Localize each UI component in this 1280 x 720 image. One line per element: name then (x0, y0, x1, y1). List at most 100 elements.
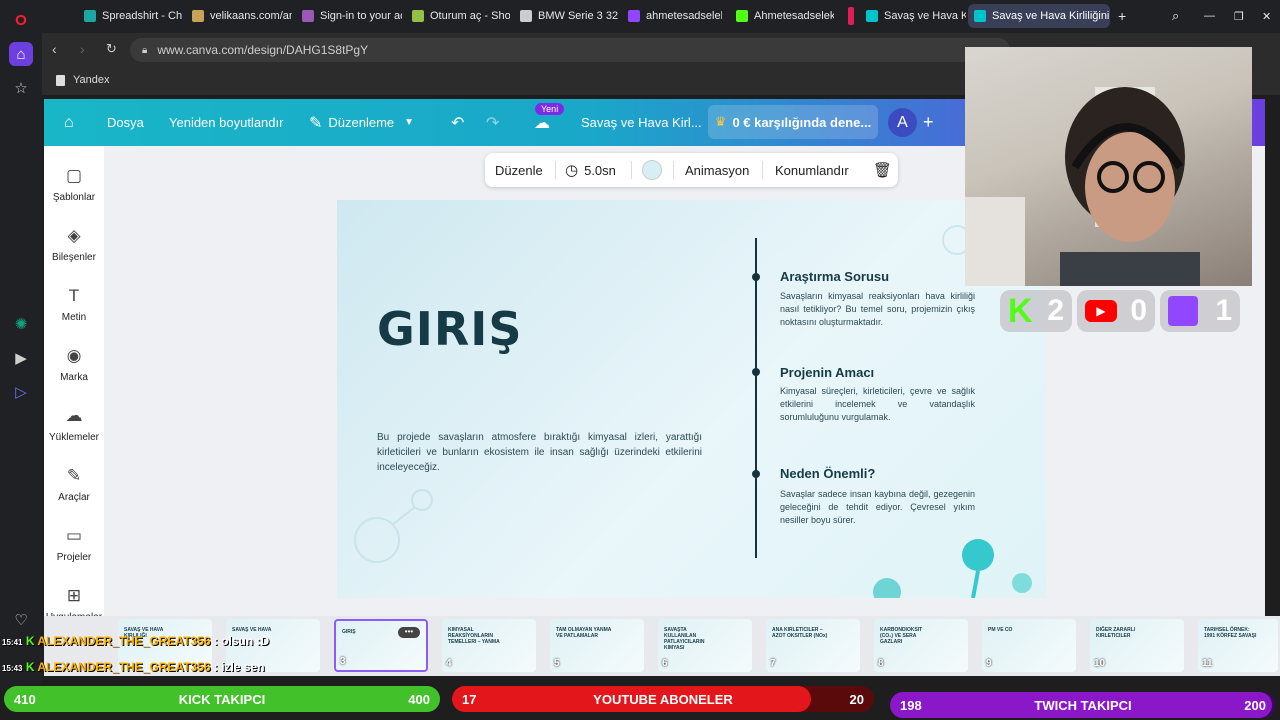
slide-title[interactable]: GIRIŞ (377, 302, 523, 356)
nav-templates[interactable]: ▢ Şablonlar (44, 166, 104, 203)
url-field[interactable]: 🔒︎ www.canva.com/design/DAHG1S8tPgY (130, 38, 1010, 62)
timeline-line (755, 238, 757, 558)
animation-button[interactable]: Animasyon (685, 153, 749, 187)
chatgpt-icon[interactable]: ✺ (9, 312, 33, 336)
browser-tab-active[interactable]: Savaş ve Hava Kirliliğinin (968, 4, 1110, 28)
twitch-goal-bar: 198 TWICH TAKIPCI 200 (890, 692, 1276, 718)
undo-icon[interactable]: ↶ (451, 99, 464, 146)
browser-tab[interactable]: Oturum aç - Shopi (406, 4, 510, 28)
new-badge: Yeni (535, 103, 565, 115)
home-icon[interactable]: ⌂ (64, 99, 74, 146)
reload-icon[interactable]: ↻ (106, 41, 117, 57)
back-icon[interactable]: ‹ (52, 41, 57, 57)
item-heading[interactable]: Projenin Amacı (780, 365, 874, 380)
timeline-dot (752, 470, 760, 478)
edit-button[interactable]: Düzenle (495, 153, 543, 187)
page-thumbnail[interactable]: KARBONDIOKSIT (CO₂) VE SERA GAZLARI 8 (874, 619, 968, 672)
aria-icon[interactable]: ▷ (9, 380, 33, 404)
nav-elements[interactable]: ◈ Bileşenler (44, 226, 104, 263)
page-thumbnail[interactable]: DIĞER ZARARLI KIRLETICILER 10 (1090, 619, 1184, 672)
page-thumbnail[interactable]: SAVAŞTA KULLANILAN PATLAYICILARIN KIMYAS… (658, 619, 752, 672)
forward-icon[interactable]: › (80, 41, 85, 57)
timeline-dot (752, 273, 760, 281)
background-color-swatch[interactable] (642, 160, 662, 180)
minimize-icon[interactable]: — (1198, 4, 1218, 28)
avatar[interactable]: A (888, 108, 917, 137)
divider (631, 161, 632, 179)
kick-count: 2 (1047, 294, 1064, 327)
trial-button[interactable]: ♛ 0 € karşılığında dene... (708, 105, 878, 139)
trash-icon[interactable]: 🗑︎ (873, 153, 892, 187)
close-icon[interactable]: ✕ (1256, 4, 1276, 28)
browser-tab[interactable]: Ahmetesadselek St (730, 4, 834, 28)
nav-brand[interactable]: ◉ Marka (44, 346, 104, 383)
redo-icon[interactable]: ↷ (486, 99, 499, 146)
tab-label: Savaş ve Hava Kirli (884, 10, 966, 22)
thumbnail-title: PM VE CO (988, 627, 1013, 633)
bookmark-item[interactable]: Yandex (56, 74, 110, 86)
item-heading[interactable]: Araştırma Sorusu (780, 269, 889, 284)
page-thumbnail[interactable]: TAM OLMAYAN YANMA VE PATLAMALAR 5 (550, 619, 644, 672)
page-number: 4 (446, 658, 452, 669)
page-number: 8 (878, 658, 884, 669)
player-icon[interactable]: ▶ (9, 346, 33, 370)
item-heading[interactable]: Neden Önemli? (780, 466, 875, 481)
left-nav: ▢ Şablonlar ◈ Bileşenler T Metin ◉ Marka ☁ Yü… (44, 146, 104, 623)
browser-tab[interactable]: Spreadshirt - Check (78, 4, 182, 28)
browser-tab[interactable] (842, 4, 862, 28)
search-tabs-icon[interactable]: ⌕ (1166, 4, 1186, 28)
heart-icon[interactable]: ♡ (9, 608, 33, 632)
slide-description[interactable]: Bu projede savaşların atmosfere bıraktığ… (377, 430, 702, 475)
page-thumbnail-selected[interactable]: GIRIŞ ••• 3 (334, 619, 428, 672)
templates-icon: ▢ (65, 166, 83, 185)
webcam-overlay (965, 47, 1252, 286)
divider (762, 161, 763, 179)
document-title[interactable]: Savaş ve Hava Kirl... (581, 99, 702, 146)
slide-canvas[interactable]: GIRIŞ Bu projede savaşların atmosfere bı… (337, 200, 1046, 598)
add-collaborator-button[interactable]: + (923, 99, 934, 146)
item-text[interactable]: Savaşlar sadece insan kaybına değil, gez… (780, 488, 975, 527)
star-icon[interactable]: ☆ (9, 76, 33, 100)
browser-tab[interactable]: ahmetesadselek (622, 4, 722, 28)
page-number: 9 (986, 658, 992, 669)
page-thumbnail[interactable]: ANA KIRLETICILER – AZOT OKSITLER (NOx) 7 (766, 619, 860, 672)
new-tab-button[interactable]: + (1112, 4, 1134, 28)
file-menu[interactable]: Dosya (107, 99, 144, 146)
nav-uploads[interactable]: ☁ Yüklemeler (44, 406, 104, 443)
page-thumbnail[interactable]: TARIHSEL ÖRNEK: 1991 KÖRFEZ SAVAŞI 11 (1198, 619, 1278, 672)
nav-projects[interactable]: ▭ Projeler (44, 526, 104, 563)
maximize-icon[interactable]: ❐ (1228, 4, 1248, 28)
twitch-logo-icon (1168, 296, 1198, 326)
kick-goal: 400 (408, 691, 430, 707)
thumbnail-title: ANA KIRLETICILER – AZOT OKSITLER (NOx) (772, 627, 828, 639)
page-thumbnail[interactable]: KIMYASAL REAKSİYONLARIN TEMELLERI – YANM… (442, 619, 536, 672)
browser-tab[interactable]: BMW Serie 3 320d (514, 4, 618, 28)
url-text: www.canva.com/design/DAHG1S8tPgY (157, 43, 369, 57)
browser-tab[interactable]: velikaans.com/antr (186, 4, 292, 28)
more-options-icon[interactable]: ••• (398, 627, 420, 638)
browser-tab[interactable]: Sign-in to your acc (296, 4, 402, 28)
item-text[interactable]: Kimyasal süreçleri, kirleticileri, çevre… (780, 385, 975, 424)
tab-label: BMW Serie 3 320d (538, 10, 618, 22)
nav-label: Yüklemeler (48, 432, 100, 443)
duration-button[interactable]: ◷ 5.0sn (565, 153, 616, 187)
chat-user: ALEXANDER_THE_GREAT356 (37, 660, 211, 674)
page-number: 7 (770, 658, 776, 669)
edit-mode-dropdown[interactable]: ✎ Düzenleme ▼ (309, 99, 414, 146)
item-text[interactable]: Savaşların kimyasal reaksiyonları hava k… (780, 290, 975, 329)
thumbnail-title: SAVAŞ VE HAVA (232, 627, 272, 633)
position-button[interactable]: Konumlandır (775, 153, 849, 187)
clock-icon: ◷ (565, 162, 579, 179)
page-thumbnail[interactable]: PM VE CO 9 (982, 619, 1076, 672)
twitch-count: 1 (1215, 294, 1232, 327)
nav-tools[interactable]: ✎ Araçlar (44, 466, 104, 503)
resize-button[interactable]: Yeniden boyutlandır (169, 99, 283, 146)
browser-tab[interactable]: Savaş ve Hava Kirli (860, 4, 966, 28)
nav-text[interactable]: T Metin (44, 286, 104, 323)
opera-sidebar: O ⌂ ☆ ✺ ▶ ▷ ♡ (0, 0, 42, 690)
kick-counter: K 2 (1000, 290, 1072, 332)
page-number: 11 (1202, 658, 1213, 669)
opera-logo-icon[interactable]: O (9, 8, 33, 32)
chevron-down-icon: ▼ (404, 117, 415, 128)
home-icon[interactable]: ⌂ (9, 42, 33, 66)
